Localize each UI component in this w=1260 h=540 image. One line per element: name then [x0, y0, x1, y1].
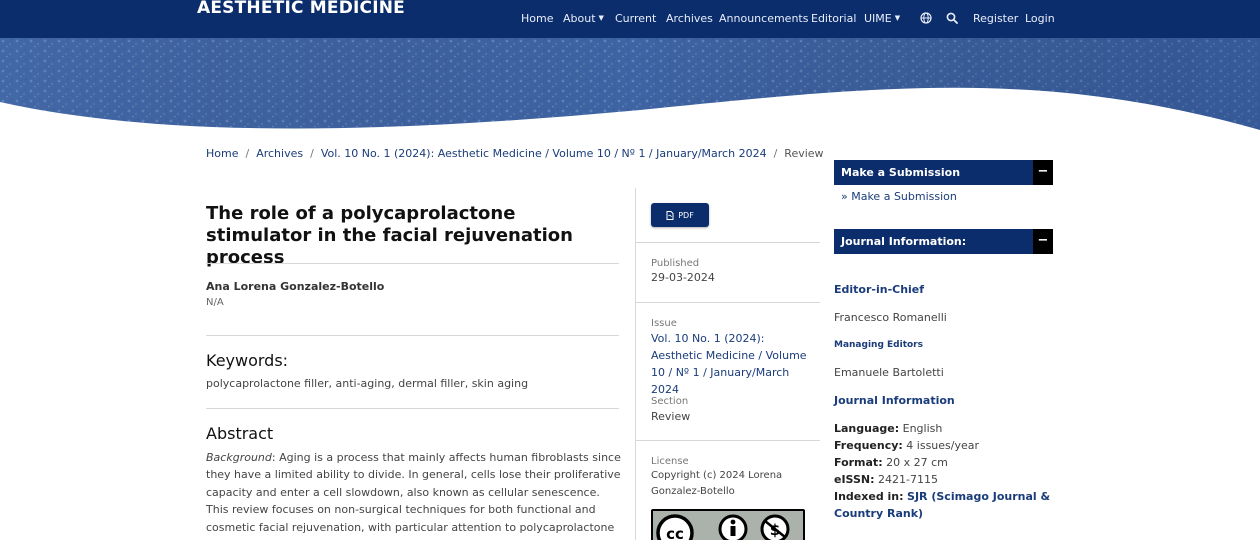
nav-login[interactable]: Login: [1025, 12, 1055, 25]
eissn-value: 2421-7115: [878, 473, 938, 486]
issue-label: Issue: [651, 318, 677, 329]
section-label: Section: [651, 396, 689, 407]
divider: [206, 263, 619, 264]
indexed-label: Indexed in:: [834, 490, 904, 503]
nav-uime[interactable]: UIME ▼: [864, 12, 900, 25]
journal-information-heading: Journal Information: −: [834, 229, 1053, 254]
managing-editor-name: Emanuele Bartoletti: [834, 366, 944, 379]
nav-about[interactable]: About ▼: [563, 12, 604, 25]
frequency-value: 4 issues/year: [906, 439, 980, 452]
make-submission-title: Make a Submission: [841, 166, 961, 179]
top-navbar: AESTHETIC MEDICINE Home About ▼ Current A…: [0, 0, 1260, 38]
breadcrumb-archives[interactable]: Archives: [256, 147, 303, 160]
column-divider: [635, 188, 636, 540]
nav-announcements[interactable]: Announcements: [719, 12, 808, 25]
collapse-button[interactable]: −: [1033, 229, 1053, 254]
license-label: License: [651, 456, 689, 467]
format-value: 20 x 27 cm: [886, 456, 948, 469]
nav-editorial[interactable]: Editorial: [811, 12, 856, 25]
published-value: 29-03-2024: [651, 271, 715, 284]
issue-link[interactable]: Vol. 10 No. 1 (2024): Aesthetic Medicine…: [651, 330, 811, 398]
abstract-text: : Aging is a process that mainly affects…: [206, 451, 621, 540]
nav-register[interactable]: Register: [973, 12, 1018, 25]
nav-home[interactable]: Home: [521, 12, 553, 25]
abstract-label: Background: [206, 451, 272, 464]
journal-information-title: Journal Information:: [841, 235, 967, 248]
frequency-row: Frequency: 4 issues/year: [834, 439, 979, 452]
editor-in-chief-name: Francesco Romanelli: [834, 311, 947, 324]
divider: [636, 242, 820, 243]
managing-editors-heading: Managing Editors: [834, 340, 923, 350]
sjr-link[interactable]: SJR (Scimago Journal &: [907, 490, 1050, 503]
editor-in-chief-heading: Editor-in-Chief: [834, 283, 925, 296]
published-label: Published: [651, 258, 700, 269]
pdf-button-label: PDF: [678, 210, 694, 220]
svg-text:cc: cc: [666, 525, 684, 540]
eissn-row: eISSN: 2421-7115: [834, 473, 938, 486]
journal-info-subheading: Journal Information: [834, 394, 955, 407]
indexed-row: Indexed in: SJR (Scimago Journal &: [834, 490, 1050, 503]
breadcrumb-separator: /: [245, 147, 250, 160]
language-row: Language: English: [834, 422, 942, 435]
collapse-button[interactable]: −: [1033, 160, 1053, 185]
file-pdf-icon: [666, 210, 674, 220]
license-text: Copyright (c) 2024 Lorena Gonzalez-Botel…: [651, 470, 783, 497]
breadcrumb-issue[interactable]: Vol. 10 No. 1 (2024): Aesthetic Medicine…: [321, 147, 767, 160]
keywords-heading: Keywords:: [206, 351, 289, 370]
breadcrumb-separator: /: [310, 147, 314, 160]
article-title: The role of a polycaprolactone stimulato…: [206, 203, 573, 268]
sjr-link-continued[interactable]: Country Rank): [834, 507, 923, 520]
divider: [206, 408, 619, 409]
divider: [206, 335, 619, 336]
search-icon[interactable]: [946, 12, 958, 24]
chevron-down-icon: ▼: [598, 14, 604, 22]
eissn-label: eISSN:: [834, 473, 875, 486]
globe-icon[interactable]: [920, 12, 932, 24]
divider: [636, 440, 820, 441]
language-label: Language:: [834, 422, 900, 435]
make-submission-heading: Make a Submission −: [834, 160, 1053, 185]
format-row: Format: 20 x 27 cm: [834, 456, 948, 469]
breadcrumb-separator: /: [773, 147, 778, 160]
cc-by-nc-icon[interactable]: cc $: [651, 509, 805, 540]
header-banner: [0, 38, 1260, 134]
author-name: Ana Lorena Gonzalez-Botello: [206, 280, 385, 293]
abstract-body: Background: Aging is a process that main…: [206, 449, 621, 540]
section-value: Review: [651, 410, 691, 423]
chevron-down-icon: ▼: [894, 14, 901, 22]
keywords-list: polycaprolactone filler, anti-aging, der…: [206, 377, 529, 390]
nav-uime-label: UIME: [864, 12, 892, 25]
breadcrumb-home[interactable]: Home: [206, 147, 238, 160]
language-value: English: [902, 422, 943, 435]
nav-archives[interactable]: Archives: [666, 12, 713, 25]
format-label: Format:: [834, 456, 883, 469]
breadcrumb-current: Review: [784, 147, 824, 160]
make-submission-link[interactable]: » Make a Submission: [841, 190, 957, 203]
author-affiliation: N/A: [206, 297, 224, 308]
nav-about-label: About: [563, 12, 596, 25]
nav-current[interactable]: Current: [615, 12, 656, 25]
abstract-heading: Abstract: [206, 424, 274, 443]
breadcrumb: Home / Archives / Vol. 10 No. 1 (2024): Aest…: [206, 147, 824, 160]
pdf-button[interactable]: PDF: [651, 203, 709, 227]
site-brand[interactable]: AESTHETIC MEDICINE: [197, 0, 405, 18]
divider: [636, 302, 820, 303]
indexed-row-continued: Country Rank): [834, 507, 923, 520]
frequency-label: Frequency:: [834, 439, 903, 452]
